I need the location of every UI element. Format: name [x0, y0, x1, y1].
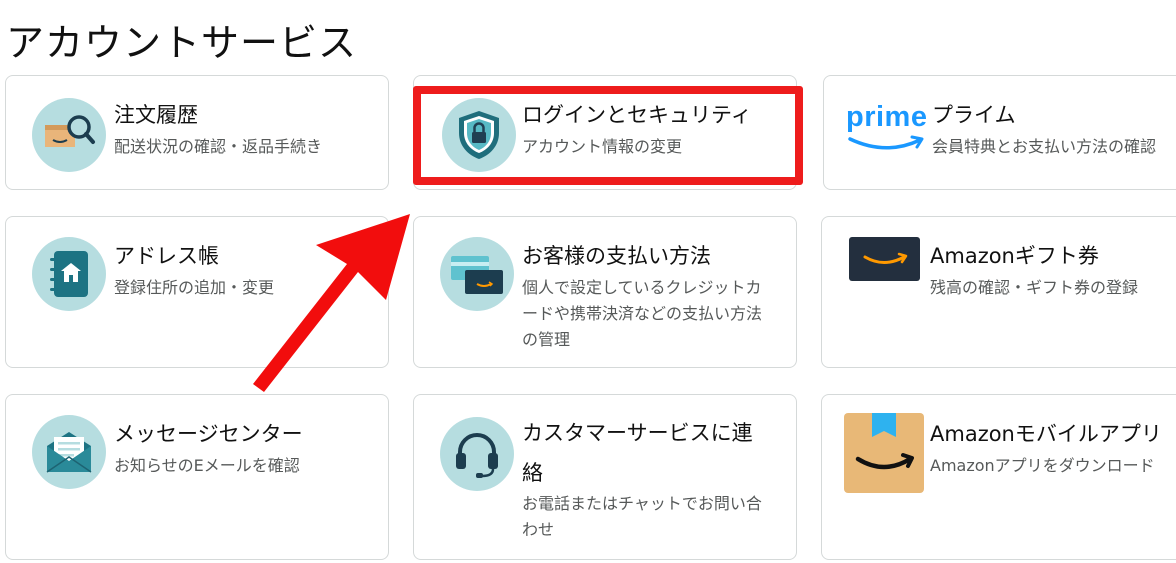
security-desc: アカウント情報の変更 [522, 137, 683, 156]
security-card[interactable]: ログインとセキュリティ アカウント情報の変更 [413, 75, 797, 190]
address-desc: 登録住所の追加・変更 [114, 278, 275, 297]
page-title: アカウントサービス [6, 21, 358, 65]
giftcard-card[interactable]: Amazonギフト券 残高の確認・ギフト券の登録 [821, 216, 1176, 368]
envelope-icon [32, 415, 106, 489]
giftcard-title: Amazonギフト券 [930, 244, 1099, 268]
prime-card[interactable]: prime プライム 会員特典とお支払い方法の確認 [823, 75, 1176, 190]
support-title: カスタマーサービスに連絡 [522, 421, 753, 485]
payment-title: お客様の支払い方法 [522, 244, 711, 268]
security-title: ログインとセキュリティ [522, 103, 752, 127]
messages-card[interactable]: メッセージセンター お知らせのEメールを確認 [5, 394, 389, 560]
support-desc: お電話またはチャットでお問い合わせ [522, 494, 762, 539]
headset-icon [440, 417, 514, 491]
prime-logo-icon: prime [846, 102, 928, 160]
amazon-app-icon [844, 413, 924, 493]
giftcard-desc: 残高の確認・ギフト券の登録 [930, 278, 1139, 297]
mobile-desc: Amazonアプリをダウンロード [930, 456, 1155, 475]
orders-card[interactable]: 注文履歴 配送状況の確認・返品手続き [5, 75, 389, 190]
address-title: アドレス帳 [114, 244, 219, 268]
prime-title: プライム [932, 103, 1016, 127]
support-card[interactable]: カスタマーサービスに連絡 お電話またはチャットでお問い合わせ [413, 394, 797, 560]
package-search-icon [32, 98, 106, 172]
mobile-title: Amazonモバイルアプリ [930, 422, 1162, 446]
payment-cards-icon [440, 237, 514, 311]
address-card[interactable]: アドレス帳 登録住所の追加・変更 [5, 216, 389, 368]
address-book-icon [32, 237, 106, 311]
mobile-card[interactable]: Amazonモバイルアプリ Amazonアプリをダウンロード [821, 394, 1176, 560]
payment-desc: 個人で設定しているクレジットカードや携帯決済などの支払い方法の管理 [522, 278, 763, 349]
messages-desc: お知らせのEメールを確認 [114, 456, 300, 475]
shield-lock-icon [442, 98, 516, 172]
prime-desc: 会員特典とお支払い方法の確認 [932, 137, 1157, 156]
messages-title: メッセージセンター [114, 422, 303, 446]
gift-card-icon [849, 237, 920, 281]
prime-logo-text: prime [846, 101, 928, 133]
payment-card[interactable]: お客様の支払い方法 個人で設定しているクレジットカードや携帯決済などの支払い方法… [413, 216, 797, 368]
orders-title: 注文履歴 [114, 103, 198, 127]
orders-desc: 配送状況の確認・返品手続き [114, 137, 323, 156]
